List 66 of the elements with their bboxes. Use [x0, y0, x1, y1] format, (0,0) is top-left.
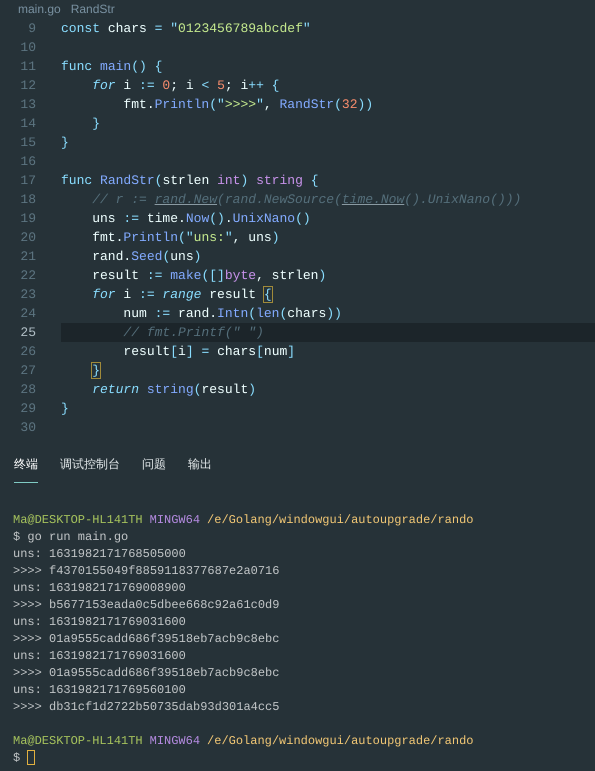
prompt-path: /e/Golang/windowgui/autoupgrade/rando	[207, 732, 474, 750]
prompt-path: /e/Golang/windowgui/autoupgrade/rando	[207, 512, 474, 528]
line-number: 11	[19, 58, 36, 76]
line-number: 28	[19, 380, 36, 399]
line-number: 16	[19, 152, 36, 171]
code-line: uns := time.Now().UnixNano()	[91, 210, 311, 228]
prompt-system: MINGW64	[150, 512, 200, 528]
line-number: 9	[27, 20, 36, 38]
line-number: 22	[19, 266, 36, 285]
code-line: num := rand.Intn(len(chars))	[122, 304, 342, 323]
terminal-output: uns: 1631982171769031600	[13, 614, 186, 630]
code-line: fmt.Println("uns:", uns)	[91, 228, 280, 247]
breadcrumb-file[interactable]: main.go	[18, 3, 61, 15]
code-line: func main() {	[61, 58, 162, 76]
terminal-output: >>>> 01a9555cadd686f39518eb7acb9c8ebc	[13, 664, 280, 682]
line-number: 10	[19, 38, 36, 57]
code-line: func RandStr(strlen int) string {	[61, 172, 318, 190]
line-number: 14	[19, 114, 36, 133]
code-line: rand.Seed(uns)	[91, 248, 202, 266]
line-number: 19	[19, 210, 36, 228]
line-number: 13	[19, 96, 36, 114]
line-number: 15	[19, 134, 36, 152]
code-line: }	[91, 362, 100, 380]
code-line: // r := rand.New(rand.NewSource(time.Now().UnixNano()))	[91, 190, 522, 209]
line-number: 26	[19, 342, 36, 361]
line-number: 21	[19, 248, 36, 266]
code-line: fmt.Println(">>>>", RandStr(32))	[122, 96, 374, 114]
terminal-output: uns: 1631982171769031600	[13, 648, 186, 664]
prompt-user: Ma@DESKTOP-HL141TH	[13, 512, 143, 528]
panel-tab[interactable]: 输出	[188, 453, 212, 483]
line-number: 12	[19, 76, 36, 95]
code-line: result := make([]byte, strlen)	[91, 266, 326, 285]
panel-tab[interactable]: 调试控制台	[60, 453, 120, 483]
panel-tab[interactable]: 终端	[14, 453, 38, 483]
terminal-output: >>>> 01a9555cadd686f39518eb7acb9c8ebc	[13, 630, 280, 648]
code-line: result[i] = chars[num]	[122, 342, 296, 361]
line-number: 25	[19, 324, 36, 342]
code-line: for i := range result {	[91, 286, 272, 304]
terminal-output: >>>> db31cf1d2722b50735dab93d301a4cc5	[13, 698, 280, 716]
terminal-output: >>>> f4370155049f8859118377687e2a0716	[13, 562, 280, 580]
code-line: const chars = "0123456789abcdef"	[61, 20, 311, 38]
line-number: 18	[19, 190, 36, 209]
terminal-output: uns: 1631982171768505000	[13, 546, 186, 562]
code-line: return string(result)	[91, 380, 256, 399]
line-number: 29	[19, 400, 36, 418]
line-number: 23	[19, 286, 36, 304]
terminal-output: uns: 1631982171769560100	[13, 682, 186, 698]
terminal-output: uns: 1631982171769008900	[13, 580, 186, 596]
breadcrumb-symbol[interactable]: RandStr	[70, 3, 115, 15]
code-line: }	[91, 114, 100, 133]
code-line: }	[61, 134, 69, 152]
line-number: 30	[19, 418, 36, 437]
code-line: }	[61, 400, 69, 418]
prompt-symbol: $	[13, 750, 20, 766]
prompt-user: Ma@DESKTOP-HL141TH	[13, 732, 143, 750]
line-number: 24	[19, 304, 36, 323]
line-number: 17	[19, 172, 36, 190]
terminal-output: >>>> b5677153eada0c5dbee668c92a61c0d9	[13, 596, 280, 614]
prompt-system: MINGW64	[150, 732, 200, 750]
panel-tab[interactable]: 问题	[142, 453, 166, 483]
terminal-output: $ go run main.go	[13, 528, 128, 546]
code-line: // fmt.Printf(" ")	[122, 324, 264, 342]
line-number: 27	[19, 362, 36, 380]
code-line: for i := 0; i < 5; i++ {	[91, 76, 280, 95]
cursor-icon	[27, 750, 36, 765]
line-number: 20	[19, 228, 36, 247]
